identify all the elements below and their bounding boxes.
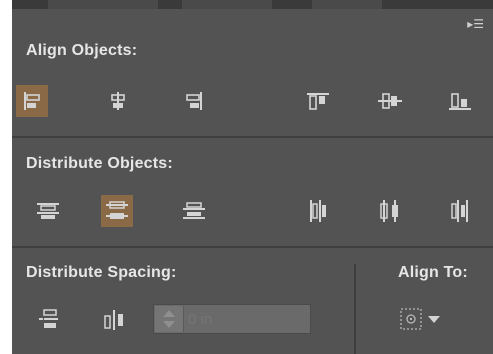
vertical-distribute-bottom-icon — [183, 202, 205, 219]
horizontal-distribute-right-icon — [451, 200, 468, 222]
align-panel: ▸☰ Align Objects: Distribute Objects: Di… — [12, 0, 493, 354]
align-to-dropdown[interactable] — [398, 304, 454, 334]
flyout-menu-icon[interactable]: ▸☰ — [467, 17, 484, 31]
distribute-objects-label: Distribute Objects: — [26, 155, 173, 172]
horizontal-distribute-center-icon — [380, 200, 398, 222]
horizontal-distribute-right-button[interactable] — [444, 195, 476, 227]
horizontal-align-center-icon — [111, 92, 125, 110]
vertical-distribute-center-button[interactable] — [101, 195, 133, 227]
align-to-label: Align To: — [398, 264, 468, 281]
panel-top-strip — [12, 0, 493, 9]
vertical-distribute-bottom-button[interactable] — [178, 195, 210, 227]
vertical-divider — [354, 264, 356, 354]
vertical-align-center-icon — [378, 93, 402, 109]
horizontal-align-left-icon — [24, 92, 40, 110]
horizontal-distribute-left-icon — [310, 200, 326, 222]
horizontal-align-center-button[interactable] — [102, 85, 134, 117]
horizontal-align-right-button[interactable] — [178, 85, 210, 117]
spin-down-icon[interactable] — [163, 321, 175, 328]
vertical-align-top-icon — [307, 93, 329, 110]
chevron-down-icon — [428, 316, 440, 323]
vertical-distribute-center-icon — [106, 201, 128, 219]
spacing-stepper[interactable] — [153, 304, 311, 334]
spin-up-icon[interactable] — [163, 310, 175, 317]
horizontal-distribute-left-button[interactable] — [302, 195, 334, 227]
distribute-spacing-label: Distribute Spacing: — [26, 264, 177, 281]
vertical-align-top-button[interactable] — [302, 85, 334, 117]
spacing-value-input[interactable] — [188, 309, 298, 329]
horizontal-distribute-center-button[interactable] — [374, 195, 406, 227]
vertical-align-bottom-button[interactable] — [444, 85, 476, 117]
horizontal-align-left-button[interactable] — [16, 85, 48, 117]
vertical-distribute-top-icon — [37, 203, 59, 219]
section-divider — [12, 136, 493, 138]
horizontal-distribute-space-icon — [104, 310, 123, 330]
align-objects-label: Align Objects: — [26, 42, 138, 59]
horizontal-distribute-space-button[interactable] — [98, 303, 130, 335]
vertical-distribute-top-button[interactable] — [32, 195, 64, 227]
spacing-spinner[interactable] — [155, 306, 184, 332]
vertical-distribute-space-icon — [39, 309, 58, 328]
vertical-distribute-space-button[interactable] — [32, 303, 64, 335]
align-to-selection-icon — [400, 308, 422, 330]
horizontal-align-right-icon — [186, 92, 202, 110]
vertical-align-bottom-icon — [449, 93, 471, 110]
vertical-align-center-button[interactable] — [374, 85, 406, 117]
section-divider — [12, 246, 493, 248]
